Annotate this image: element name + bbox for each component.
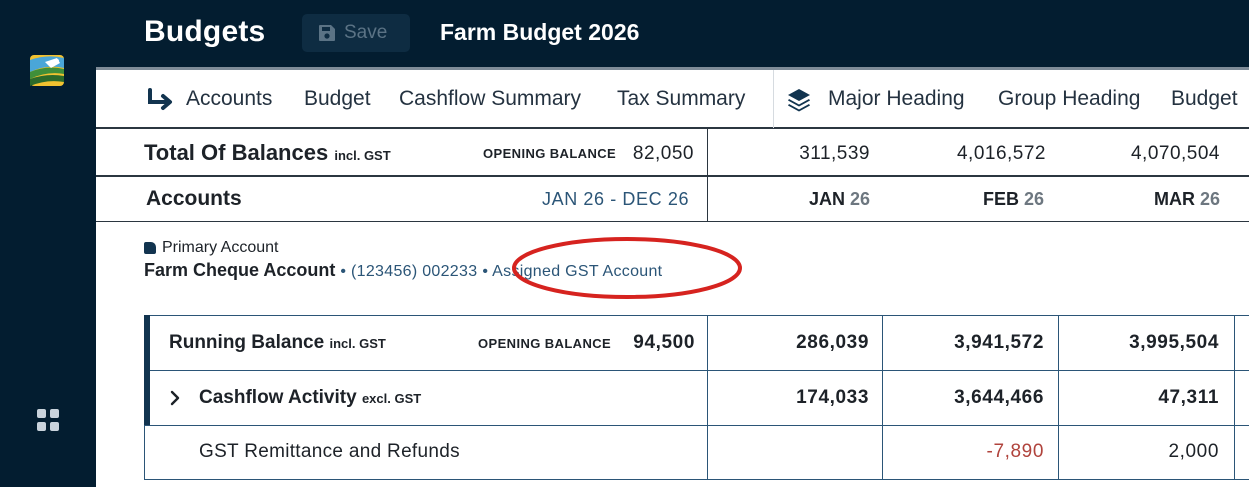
app-logo[interactable] (29, 52, 65, 88)
divider (707, 129, 708, 175)
running-balance-label: Running Balance incl. GST (169, 332, 386, 354)
month-header-feb: FEB 26 (934, 189, 1044, 210)
tab-budget[interactable]: Budget (304, 87, 371, 111)
tab-accounts[interactable]: Accounts (186, 87, 272, 111)
account-type-label: Primary Account (162, 239, 279, 256)
row-accent (144, 315, 150, 371)
account-name[interactable]: Farm Cheque Account (144, 260, 335, 280)
account-type-icon (144, 242, 156, 254)
cashflow-activity-label: Cashflow Activity excl. GST (199, 387, 421, 409)
header: Budgets Save Farm Budget 2026 (96, 0, 1249, 67)
month-header-jan: JAN 26 (760, 189, 870, 210)
month-year: 26 (1199, 189, 1220, 209)
running-jan: 286,039 (796, 332, 869, 353)
table-row-running-balance: Running Balance incl. GST OPENING BALANC… (144, 315, 1249, 371)
activity-mar: 47,311 (1158, 387, 1219, 408)
running-opening-value: 94,500 (633, 332, 695, 353)
cell-divider (1234, 316, 1235, 370)
cell-divider (882, 316, 883, 370)
accounts-header-row: Accounts JAN 26 - DEC 26 JAN 26 FEB 26 M… (96, 177, 1249, 222)
table-row-gst: GST Remittance and Refunds -7,890 2,000 (145, 426, 1249, 480)
month-name: FEB (982, 189, 1019, 209)
balance-table: Running Balance incl. GST OPENING BALANC… (144, 315, 1249, 480)
account-type: Primary Account (144, 239, 278, 257)
budget-name: Farm Budget 2026 (440, 19, 640, 45)
gst-feb: -7,890 (986, 441, 1044, 462)
tab-group-heading[interactable]: Group Heading (998, 87, 1140, 111)
cell-divider (1058, 371, 1059, 425)
running-feb: 3,941,572 (954, 332, 1044, 353)
sidebar (0, 0, 96, 487)
cell-divider (882, 426, 883, 480)
month-name: JAN (808, 189, 845, 209)
activity-feb: 3,644,466 (954, 387, 1044, 408)
save-icon (319, 25, 335, 41)
month-year: 26 (849, 189, 870, 209)
cell-divider (1234, 426, 1235, 480)
arrow-right-icon (148, 88, 172, 110)
layers-icon (788, 89, 810, 112)
cashflow-activity-suffix: excl. GST (361, 391, 422, 406)
highlight-ellipse (512, 237, 742, 299)
save-label: Save (344, 22, 388, 43)
running-balance-title: Running Balance (169, 332, 325, 353)
month-year: 26 (1023, 189, 1044, 209)
totals-label: Total Of Balances incl. GST (144, 140, 391, 166)
month-header-mar: MAR 26 (1110, 189, 1220, 210)
tab-cashflow-summary[interactable]: Cashflow Summary (399, 87, 581, 111)
page-title: Budgets (144, 15, 266, 48)
total-feb: 4,016,572 (956, 143, 1046, 164)
account-number: • (123456) 002233 (340, 263, 478, 280)
divider (707, 177, 708, 221)
month-name: MAR (1153, 189, 1195, 209)
opening-balance-value: 82,050 (632, 143, 694, 164)
tab-divider (773, 70, 774, 128)
running-balance-suffix: incl. GST (329, 336, 386, 351)
row-accent (144, 370, 150, 425)
totals-row: Total Of Balances incl. GST OPENING BALA… (96, 129, 1249, 177)
chevron-right-icon[interactable] (169, 390, 181, 406)
tab-major-heading[interactable]: Major Heading (828, 87, 965, 111)
table-row-cashflow-activity[interactable]: Cashflow Activity excl. GST 174,033 3,64… (144, 370, 1249, 426)
cell-divider (1058, 316, 1059, 370)
tab-tax-summary[interactable]: Tax Summary (617, 87, 745, 111)
opening-balance-label: OPENING BALANCE (478, 336, 612, 351)
cashflow-activity-title: Cashflow Activity (199, 387, 357, 408)
cell-divider (707, 371, 708, 425)
cell-divider (1234, 371, 1235, 425)
accounts-label: Accounts (146, 187, 242, 210)
apps-grid-icon[interactable] (37, 409, 59, 431)
cell-divider (707, 426, 708, 480)
running-mar: 3,995,504 (1129, 332, 1219, 353)
gst-label: GST Remittance and Refunds (199, 441, 460, 462)
save-button[interactable]: Save (302, 14, 410, 52)
activity-jan: 174,033 (796, 387, 869, 408)
totals-title: Total Of Balances (144, 140, 329, 165)
date-range[interactable]: JAN 26 - DEC 26 (542, 189, 689, 210)
totals-suffix: incl. GST (334, 148, 391, 163)
cell-divider (882, 371, 883, 425)
opening-balance-label: OPENING BALANCE (483, 146, 617, 161)
total-mar: 4,070,504 (1130, 143, 1220, 164)
cell-divider (707, 316, 708, 370)
total-jan: 311,539 (799, 143, 870, 164)
gst-mar: 2,000 (1168, 441, 1219, 462)
cell-divider (1058, 426, 1059, 480)
tab-bar: Accounts Budget Cashflow Summary Tax Sum… (96, 67, 1249, 129)
tab-budget-view[interactable]: Budget (1171, 87, 1238, 111)
